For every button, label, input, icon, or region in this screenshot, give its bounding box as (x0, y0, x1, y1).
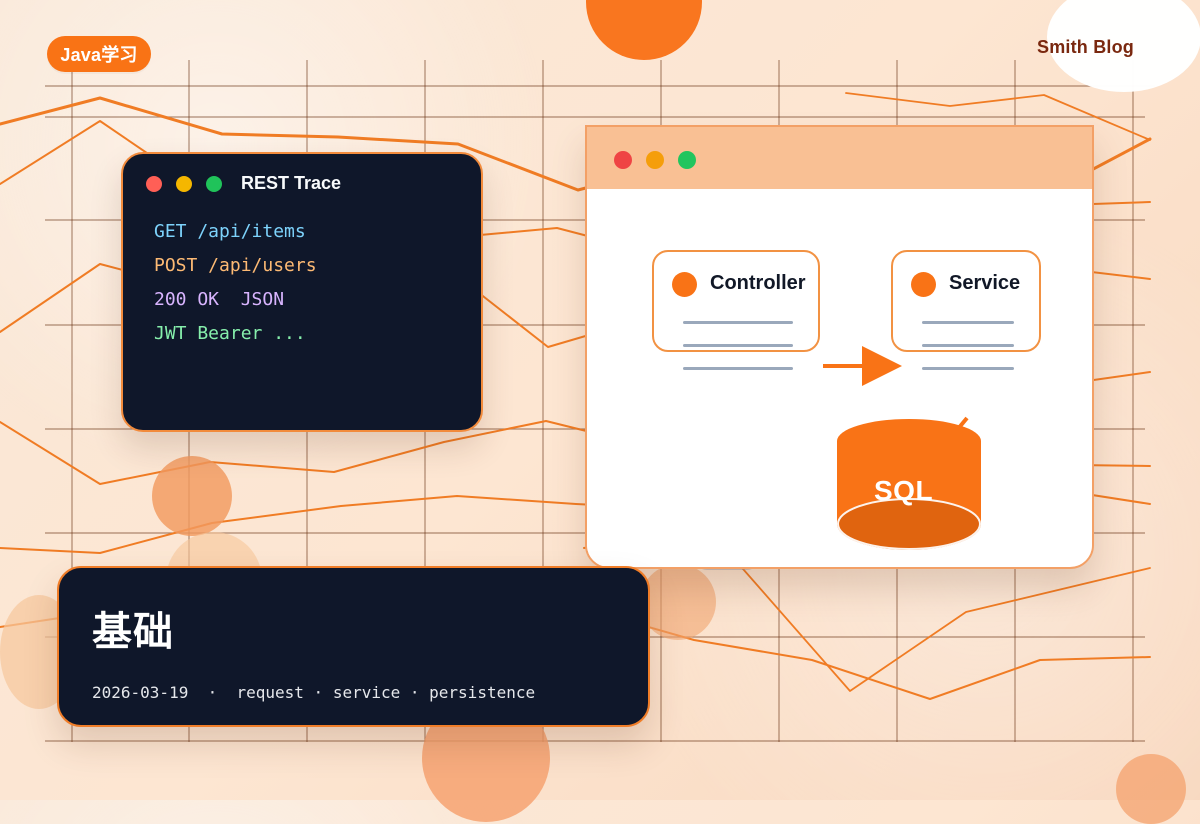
placeholder-line (683, 344, 793, 347)
controller-node: Controller (652, 250, 820, 370)
brand-name: Smith Blog (1037, 37, 1134, 57)
green-window-dot (206, 176, 222, 192)
red-window-dot (614, 151, 632, 169)
window-titlebar (587, 127, 1092, 189)
yellow-window-dot (646, 151, 664, 169)
placeholder-line (922, 344, 1014, 347)
code-line: 200 OK JSON (154, 289, 285, 310)
sql-label: SQL (874, 475, 934, 506)
database-cylinder: SQL (837, 419, 987, 554)
service-label: Service (949, 272, 1021, 294)
placeholder-line (683, 321, 793, 324)
page: Java学习 Smith Blog REST Trace GET /api/it… (0, 0, 1200, 824)
controller-label: Controller (710, 272, 806, 294)
placeholder-line (922, 321, 1014, 324)
post-card: 基础 2026-03-19 · request · service · pers… (57, 566, 650, 727)
service-node: Service (891, 250, 1041, 370)
orange-node-dot (911, 272, 936, 297)
code-line: GET /api/items (154, 221, 306, 242)
placeholder-line (922, 367, 1014, 370)
terminal-header: REST Trace (123, 154, 481, 210)
red-window-dot (146, 176, 162, 192)
yellow-window-dot (176, 176, 192, 192)
code-line: POST /api/users (154, 255, 317, 276)
terminal-card: REST Trace GET /api/items POST /api/user… (121, 152, 483, 432)
code-line: JWT Bearer ... (154, 323, 306, 344)
orange-node-dot (672, 272, 697, 297)
post-title: 基础 (92, 610, 174, 654)
terminal-title: REST Trace (241, 173, 342, 193)
green-window-dot (678, 151, 696, 169)
category-tag[interactable]: Java学习 (47, 36, 151, 72)
diagram-window: Controller Service SQL (585, 125, 1094, 569)
placeholder-line (683, 367, 793, 370)
post-meta: 2026-03-19 · request · service · persist… (92, 683, 536, 702)
